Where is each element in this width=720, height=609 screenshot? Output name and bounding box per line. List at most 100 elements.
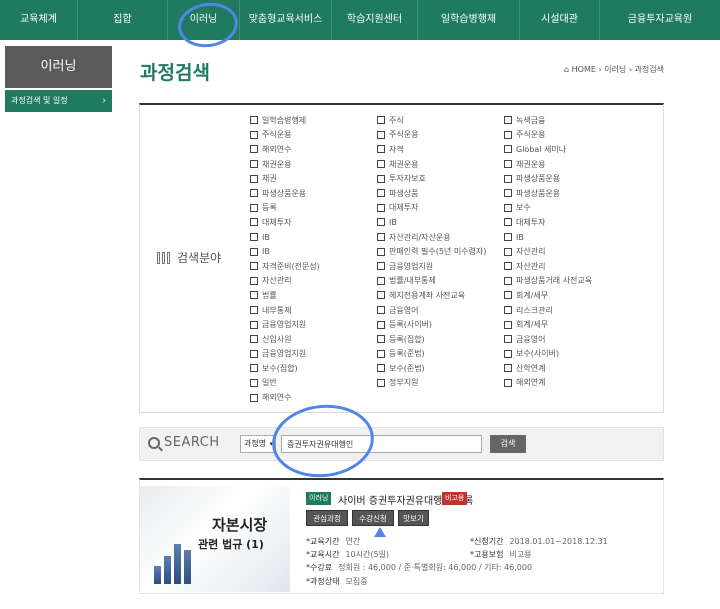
filter-checkbox[interactable]: 파생상품거래 사전교육 xyxy=(504,274,592,289)
filter-checkbox[interactable]: 일학습병행제 xyxy=(250,113,320,128)
checkbox-icon[interactable] xyxy=(377,174,385,183)
filter-checkbox[interactable]: 채권운용 xyxy=(504,157,592,172)
checkbox-icon[interactable] xyxy=(504,145,512,154)
checkbox-icon[interactable] xyxy=(377,306,385,315)
checkbox-icon[interactable] xyxy=(250,233,258,242)
checkbox-icon[interactable] xyxy=(377,145,385,154)
filter-checkbox[interactable]: 채권운용 xyxy=(377,157,486,172)
filter-checkbox[interactable]: IB xyxy=(377,215,486,230)
filter-checkbox[interactable]: 등록(준법) xyxy=(377,347,486,362)
checkbox-icon[interactable] xyxy=(504,218,512,227)
checkbox-icon[interactable] xyxy=(250,291,258,300)
checkbox-icon[interactable] xyxy=(377,276,385,285)
checkbox-icon[interactable] xyxy=(250,218,258,227)
checkbox-icon[interactable] xyxy=(504,306,512,315)
filter-checkbox[interactable]: 금융영업지원 xyxy=(250,347,320,362)
nav-item-institute[interactable]: 금융투자교육원 xyxy=(600,0,720,40)
checkbox-icon[interactable] xyxy=(250,145,258,154)
filter-checkbox[interactable]: 법률 xyxy=(250,288,320,303)
checkbox-icon[interactable] xyxy=(377,233,385,242)
filter-checkbox[interactable]: 정부지원 xyxy=(377,376,486,391)
checkbox-icon[interactable] xyxy=(504,130,512,139)
filter-checkbox[interactable]: 채권운용 xyxy=(250,157,320,172)
checkbox-icon[interactable] xyxy=(377,262,385,271)
checkbox-icon[interactable] xyxy=(504,233,512,242)
filter-checkbox[interactable]: 등록 xyxy=(250,201,320,216)
checkbox-icon[interactable] xyxy=(504,160,512,169)
filter-checkbox[interactable]: 회계/세무 xyxy=(504,317,592,332)
checkbox-icon[interactable] xyxy=(377,247,385,256)
checkbox-icon[interactable] xyxy=(377,291,385,300)
filter-checkbox[interactable]: 보수(사이버) xyxy=(504,347,592,362)
enroll-button[interactable]: 수강신청 xyxy=(352,510,394,526)
filter-checkbox[interactable]: 해외연계 xyxy=(504,376,592,391)
filter-checkbox[interactable]: 등록(집합) xyxy=(377,332,486,347)
checkbox-icon[interactable] xyxy=(250,116,258,125)
checkbox-icon[interactable] xyxy=(250,130,258,139)
filter-checkbox[interactable]: 법률/내부통제 xyxy=(377,274,486,289)
filter-checkbox[interactable]: 자산관리/자산운용 xyxy=(377,230,486,245)
checkbox-icon[interactable] xyxy=(504,335,512,344)
checkbox-icon[interactable] xyxy=(250,189,258,198)
filter-checkbox[interactable]: 판매인력 필수(5년 미수령자) xyxy=(377,244,486,259)
checkbox-icon[interactable] xyxy=(377,320,385,329)
nav-item-facility-rental[interactable]: 시설대관 xyxy=(520,0,600,40)
checkbox-icon[interactable] xyxy=(250,364,258,373)
checkbox-icon[interactable] xyxy=(504,276,512,285)
filter-checkbox[interactable]: 투자자보호 xyxy=(377,171,486,186)
filter-checkbox[interactable]: 자격준비(전문성) xyxy=(250,259,320,274)
filter-checkbox[interactable]: 자산관리 xyxy=(250,274,320,289)
nav-item-learning-support[interactable]: 학습지원센터 xyxy=(332,0,418,40)
checkbox-icon[interactable] xyxy=(504,378,512,387)
checkbox-icon[interactable] xyxy=(250,335,258,344)
filter-checkbox[interactable]: 파생상품운용 xyxy=(504,186,592,201)
checkbox-icon[interactable] xyxy=(377,203,385,212)
interest-button[interactable]: 관심과정 xyxy=(306,510,348,526)
checkbox-icon[interactable] xyxy=(250,393,258,402)
filter-checkbox[interactable]: 신입사원 xyxy=(250,332,320,347)
search-input[interactable] xyxy=(281,435,482,453)
course-thumbnail[interactable]: 자본시장 관련 법규 (1) xyxy=(140,486,290,592)
filter-checkbox[interactable]: 대체투자 xyxy=(250,215,320,230)
preview-button[interactable]: 맛보기 xyxy=(398,510,429,526)
checkbox-icon[interactable] xyxy=(504,189,512,198)
filter-checkbox[interactable]: 대체투자 xyxy=(377,201,486,216)
filter-checkbox[interactable]: 회계/세무 xyxy=(504,288,592,303)
filter-checkbox[interactable]: 금융영어 xyxy=(377,303,486,318)
filter-checkbox[interactable]: 주식 xyxy=(377,113,486,128)
checkbox-icon[interactable] xyxy=(377,189,385,198)
search-button[interactable]: 검색 xyxy=(490,435,526,453)
nav-item-group[interactable]: 집합 xyxy=(78,0,168,40)
filter-checkbox[interactable]: 산학연계 xyxy=(504,361,592,376)
checkbox-icon[interactable] xyxy=(250,262,258,271)
filter-checkbox[interactable]: 대체투자 xyxy=(504,215,592,230)
checkbox-icon[interactable] xyxy=(377,116,385,125)
checkbox-icon[interactable] xyxy=(504,320,512,329)
filter-checkbox[interactable]: 녹색금융 xyxy=(504,113,592,128)
checkbox-icon[interactable] xyxy=(250,320,258,329)
filter-checkbox[interactable]: 금융영업지원 xyxy=(377,259,486,274)
checkbox-icon[interactable] xyxy=(504,174,512,183)
checkbox-icon[interactable] xyxy=(504,291,512,300)
filter-checkbox[interactable]: 해외연수 xyxy=(250,142,320,157)
checkbox-icon[interactable] xyxy=(377,349,385,358)
filter-checkbox[interactable]: IB xyxy=(504,230,592,245)
filter-checkbox[interactable]: 파생상품운용 xyxy=(504,171,592,186)
checkbox-icon[interactable] xyxy=(504,262,512,271)
checkbox-icon[interactable] xyxy=(377,130,385,139)
checkbox-icon[interactable] xyxy=(250,378,258,387)
filter-checkbox[interactable]: 금융영업지원 xyxy=(250,317,320,332)
nav-item-custom-service[interactable]: 맞춤형교육서비스 xyxy=(240,0,332,40)
checkbox-icon[interactable] xyxy=(377,378,385,387)
filter-checkbox[interactable]: 내부통제 xyxy=(250,303,320,318)
checkbox-icon[interactable] xyxy=(250,174,258,183)
filter-checkbox[interactable]: 자격 xyxy=(377,142,486,157)
checkbox-icon[interactable] xyxy=(250,247,258,256)
checkbox-icon[interactable] xyxy=(377,364,385,373)
filter-checkbox[interactable]: 주식운용 xyxy=(504,128,592,143)
checkbox-icon[interactable] xyxy=(250,349,258,358)
checkbox-icon[interactable] xyxy=(504,203,512,212)
checkbox-icon[interactable] xyxy=(377,160,385,169)
filter-checkbox[interactable]: 주식운용 xyxy=(250,128,320,143)
search-type-select[interactable]: 과정명 ▾ xyxy=(240,435,276,453)
